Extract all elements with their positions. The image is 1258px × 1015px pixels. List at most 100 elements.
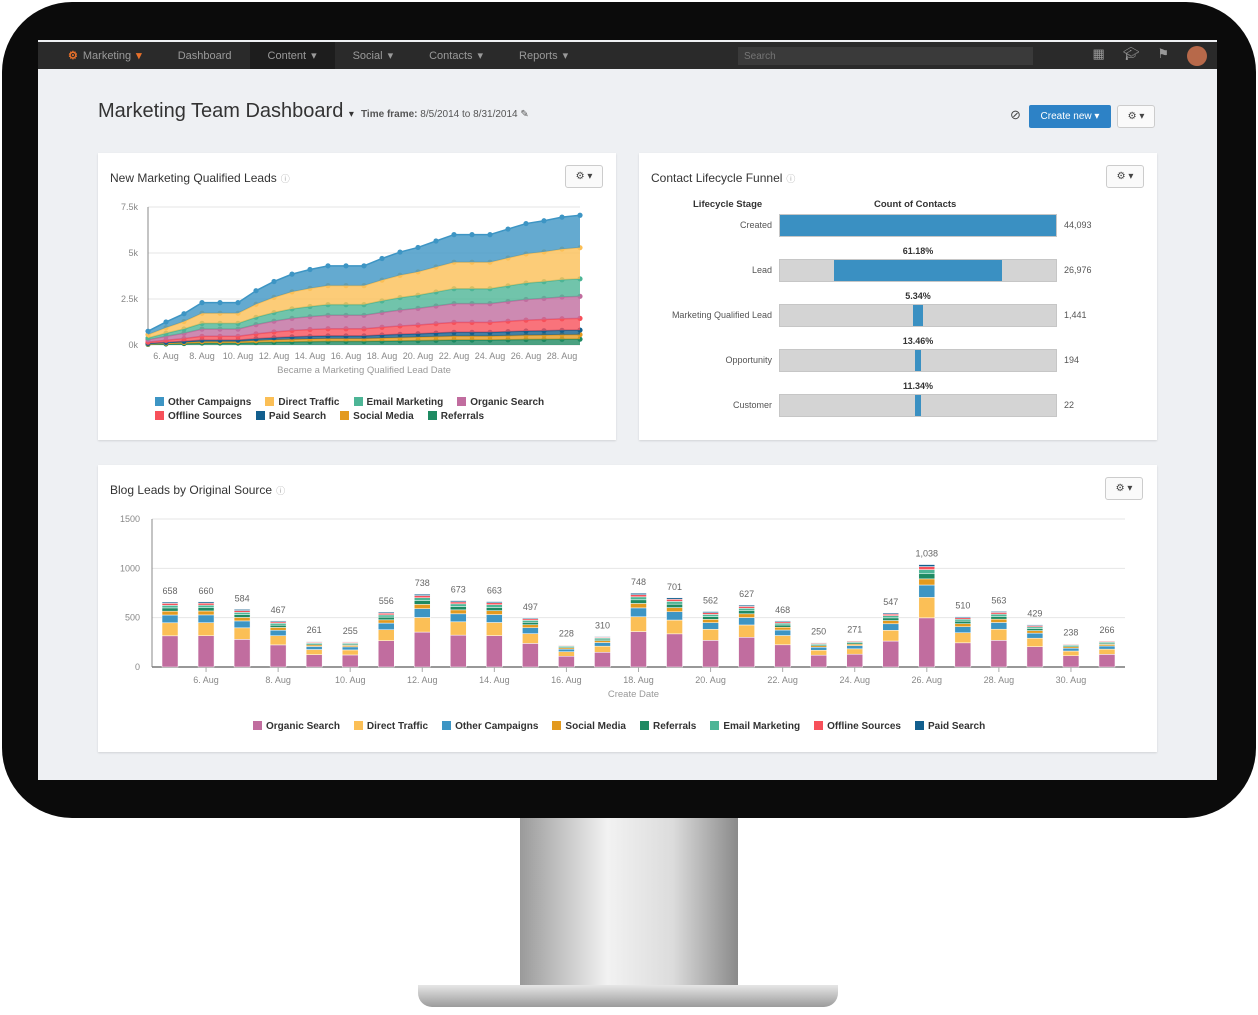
bar-total-label: 261 <box>307 625 322 635</box>
y-tick-label: 1500 <box>120 514 140 524</box>
data-point <box>397 249 403 255</box>
bar-segment-other-campaigns <box>269 629 287 636</box>
bar-segment-direct-traffic <box>558 651 575 657</box>
page-title[interactable]: Marketing Team Dashboard ▾ <box>98 100 354 123</box>
legend-item[interactable]: Direct Traffic <box>265 397 340 408</box>
nav-brand[interactable]: ⚙ Marketing ▾ <box>50 42 160 69</box>
bar-segment-email-marketing <box>197 604 215 608</box>
legend-item[interactable]: Social Media <box>340 411 414 422</box>
legend-swatch <box>255 411 265 420</box>
pencil-icon[interactable]: ✎ <box>520 109 528 120</box>
bar-segment-paid-search <box>305 640 323 643</box>
bar-segment-organic-search <box>666 633 683 668</box>
legend-item[interactable]: Organic Search <box>457 397 544 408</box>
funnel-track[interactable] <box>779 259 1057 282</box>
bar-segment-social-media <box>594 640 611 643</box>
x-tick-label: 14. Aug <box>479 675 510 685</box>
bar-segment-social-media <box>1026 630 1044 634</box>
bar-segment-direct-traffic <box>269 635 287 646</box>
legend-item[interactable]: Offline Sources <box>155 411 242 422</box>
legend-item[interactable]: Referrals <box>427 411 484 422</box>
bar-segment-direct-traffic <box>666 619 683 635</box>
hide-icon[interactable]: ⊘ <box>1010 107 1021 123</box>
info-icon[interactable]: ⓘ <box>276 486 285 496</box>
bar-segment-referrals <box>918 573 936 580</box>
bar-segment-direct-traffic <box>702 629 719 641</box>
funnel-track[interactable] <box>779 214 1057 237</box>
bar-segment-paid-search <box>954 616 972 618</box>
dashboard-settings-button[interactable]: ⚙ ▾ <box>1117 105 1155 128</box>
search-input[interactable] <box>738 47 1033 65</box>
monitor-stand <box>520 818 738 988</box>
create-new-button[interactable]: Create new ▾ <box>1029 105 1111 128</box>
data-point <box>235 300 241 306</box>
bar-segment-social-media <box>377 619 395 624</box>
data-point <box>523 220 529 227</box>
bar-segment-paid-search <box>882 612 900 615</box>
bar-segment-direct-traffic <box>1026 637 1044 647</box>
legend-item[interactable]: Offline Sources <box>814 721 901 732</box>
bar-segment-organic-search <box>341 654 359 668</box>
nav-item-dashboard[interactable]: Dashboard <box>160 42 250 69</box>
chart-legend: Organic Search Direct Traffic Other Campai… <box>253 721 1053 732</box>
bar-segment-organic-search <box>810 654 827 668</box>
bar-segment-offline-sources <box>990 612 1008 615</box>
info-icon[interactable]: ⓘ <box>281 174 290 184</box>
bar-segment-offline-sources <box>702 612 719 615</box>
legend-item[interactable]: Other Campaigns <box>442 721 538 732</box>
funnel-track[interactable] <box>779 349 1057 372</box>
nav-label: Contacts <box>429 49 473 62</box>
legend-item[interactable]: Social Media <box>552 721 626 732</box>
nav-item-contacts[interactable]: Contacts ▾ <box>411 42 501 69</box>
title-text: Contact Lifecycle Funnel <box>651 171 783 185</box>
legend-label: Social Media <box>565 721 626 732</box>
legend-item[interactable]: Direct Traffic <box>353 721 428 732</box>
gear-icon: ⚙ ▾ <box>575 171 593 182</box>
legend-item[interactable]: Organic Search <box>253 721 340 732</box>
funnel-track[interactable] <box>779 304 1057 327</box>
mql-panel: New Marketing Qualified Leads ⓘ ⚙ ▾ 0k 2.5… <box>98 153 616 440</box>
bar-segment-direct-traffic <box>305 649 323 655</box>
funnel-bar <box>913 305 923 326</box>
legend-item[interactable]: Email Marketing <box>710 721 800 732</box>
data-point <box>217 300 223 306</box>
info-icon[interactable]: ⓘ <box>786 174 795 184</box>
panel-settings-button[interactable]: ⚙ ▾ <box>1106 165 1144 188</box>
nav-item-social[interactable]: Social ▾ <box>335 42 412 69</box>
legend-item[interactable]: Referrals <box>640 721 696 732</box>
bar-segment-direct-traffic <box>774 635 791 646</box>
funnel-track[interactable] <box>779 394 1057 417</box>
panel-title: Contact Lifecycle Funnel ⓘ <box>651 171 795 185</box>
legend-swatch <box>353 397 363 406</box>
bar-total-label: 497 <box>523 602 538 612</box>
legend-item[interactable]: Email Marketing <box>353 397 443 408</box>
chart-legend: Other Campaigns Direct Traffic Email Marke… <box>155 397 575 422</box>
bar-segment-offline-sources <box>197 602 215 606</box>
notifications-icon[interactable]: ⚑ <box>1157 46 1169 66</box>
funnel-row: Created 44,093 <box>639 214 1157 238</box>
calendar-icon[interactable]: ▦ <box>1093 46 1105 66</box>
timeframe-value[interactable]: 8/5/2014 to 8/31/2014 <box>420 109 517 120</box>
bar-segment-social-media <box>666 607 683 612</box>
bar-segment-email-marketing <box>882 615 900 619</box>
avatar[interactable] <box>1187 46 1207 66</box>
legend-item[interactable]: Other Campaigns <box>155 397 251 408</box>
bar-total-label: 660 <box>199 586 214 596</box>
academy-icon[interactable]: 🎓︎ <box>1123 46 1140 66</box>
bar-segment-organic-search <box>1098 654 1116 668</box>
bar-segment-organic-search <box>269 644 287 668</box>
nav-item-content[interactable]: Content ▾ <box>249 42 335 69</box>
bar-total-label: 673 <box>451 585 466 595</box>
conversion-rate: 61.18% <box>902 246 934 256</box>
nav-item-reports[interactable]: Reports ▾ <box>501 42 586 69</box>
legend-item[interactable]: Paid Search <box>255 411 326 422</box>
bar-segment-other-campaigns <box>630 607 647 618</box>
bar-total-label: 1,038 <box>916 549 939 559</box>
bar-segment-email-marketing <box>414 597 431 601</box>
legend-item[interactable]: Paid Search <box>914 721 985 732</box>
panel-settings-button[interactable]: ⚙ ▾ <box>565 165 603 188</box>
bar-segment-other-campaigns <box>197 614 215 623</box>
bar-segment-other-campaigns <box>450 613 467 623</box>
panel-settings-button[interactable]: ⚙ ▾ <box>1105 477 1143 500</box>
bar-segment-organic-search <box>702 640 719 668</box>
